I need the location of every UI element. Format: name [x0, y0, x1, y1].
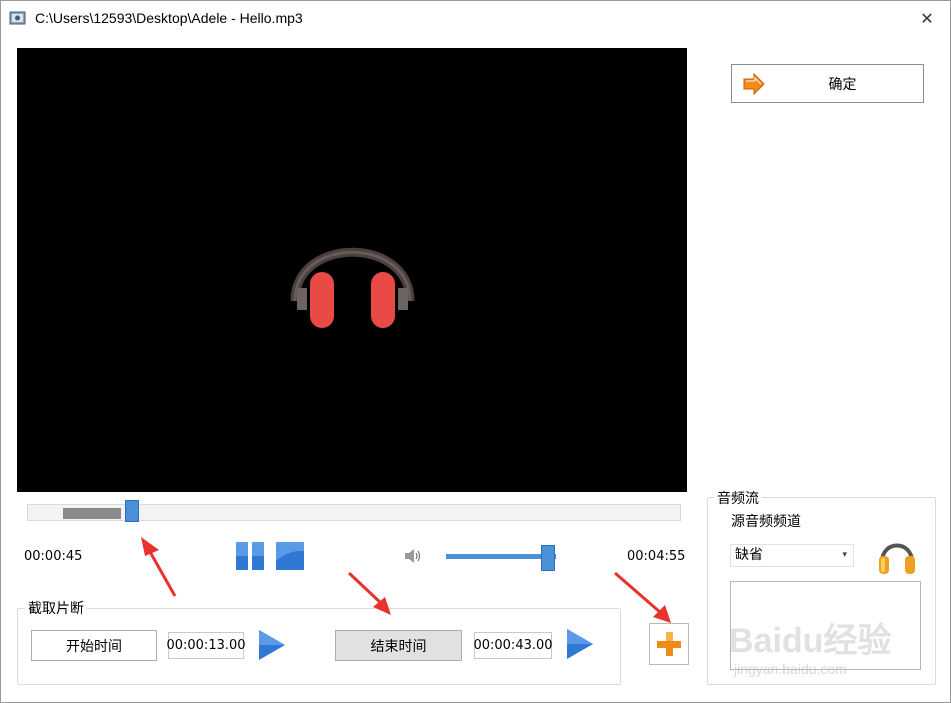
close-button[interactable]: ✕ — [904, 1, 950, 35]
audio-channel-select[interactable]: 缺省 ▾ — [730, 544, 854, 567]
main-window: C:\Users\12593\Desktop\Adele - Hello.mp3… — [0, 0, 951, 703]
close-icon[interactable]: ✕ — [920, 9, 933, 28]
play-icon[interactable] — [566, 628, 594, 660]
volume-track[interactable] — [446, 554, 556, 559]
add-plus-icon — [657, 632, 681, 656]
annotation-arrow-icon — [614, 571, 671, 623]
title-bar: C:\Users\12593\Desktop\Adele - Hello.mp3… — [1, 1, 950, 37]
audio-channel-value[interactable]: 缺省 — [735, 547, 763, 563]
start-time-button[interactable]: 开始时间 — [31, 630, 157, 661]
watermark: Baidu经验 — [729, 622, 892, 660]
end-time-button[interactable]: 结束时间 — [335, 630, 462, 661]
source-channel-label: 源音频频道 — [731, 514, 801, 530]
annotation-arrow-icon — [141, 537, 177, 597]
volume-thumb[interactable] — [541, 545, 556, 571]
audio-headphones-icon — [879, 543, 915, 574]
ok-button-label[interactable]: 确定 — [732, 74, 923, 94]
stop-icon[interactable] — [275, 541, 305, 571]
end-time-field[interactable]: 00:00:43.00 — [473, 632, 553, 659]
audio-group-label: 音频流 — [714, 488, 762, 508]
current-time: 00:00:45 — [24, 549, 83, 564]
total-time: 00:04:55 — [627, 549, 686, 564]
video-preview[interactable] — [17, 48, 687, 492]
chevron-down-icon[interactable]: ▾ — [842, 545, 847, 566]
headphones-icon — [290, 247, 415, 328]
start-time-field[interactable]: 00:00:13.00 — [166, 632, 246, 659]
pause-icon[interactable] — [235, 541, 265, 571]
clip-group-label: 截取片断 — [25, 598, 87, 618]
add-clip-button[interactable] — [649, 623, 689, 665]
app-icon — [9, 11, 26, 25]
speaker-icon[interactable] — [403, 547, 423, 565]
seek-buffer — [63, 508, 122, 519]
annotation-arrow-icon — [347, 571, 391, 615]
window-title: C:\Users\12593\Desktop\Adele - Hello.mp3 — [35, 10, 303, 26]
seek-bar[interactable] — [27, 500, 681, 522]
watermark-url: jingyan.baidu.com — [734, 661, 847, 677]
ok-button[interactable]: 确定 — [731, 64, 924, 103]
play-icon[interactable] — [258, 629, 286, 661]
seek-thumb[interactable] — [124, 500, 139, 522]
